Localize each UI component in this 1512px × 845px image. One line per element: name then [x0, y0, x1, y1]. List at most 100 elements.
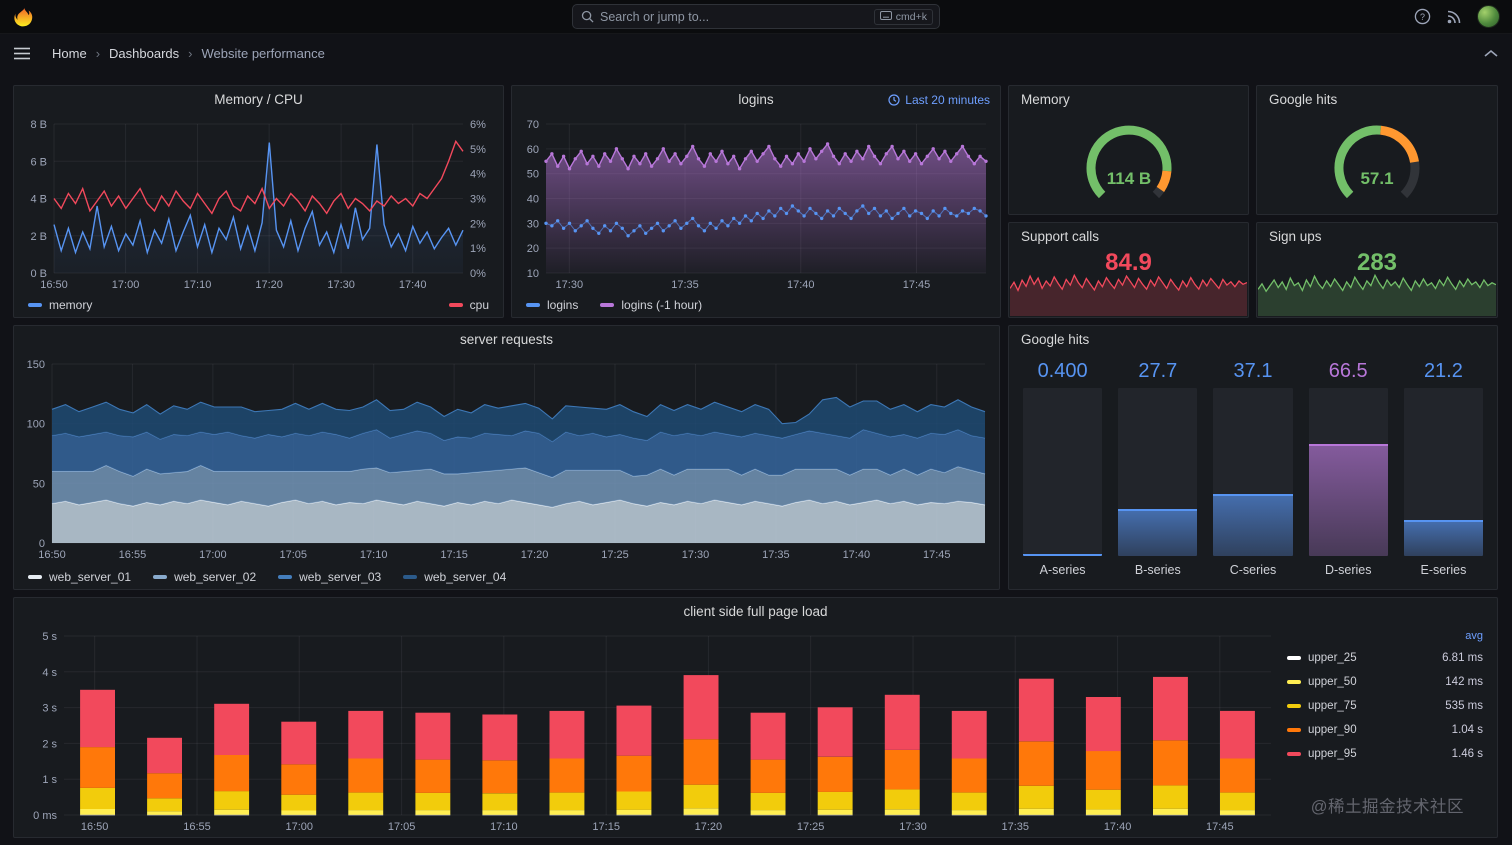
- breadcrumb-current: Website performance: [201, 45, 325, 61]
- time-range-badge[interactable]: Last 20 minutes: [888, 86, 990, 114]
- bar-gauge-fill: [1213, 493, 1293, 556]
- legend-item-logins (-1 hour)[interactable]: logins (-1 hour): [600, 298, 702, 312]
- help-icon[interactable]: ?: [1414, 8, 1431, 25]
- google-hits-bar-gauge: 0.400 A-series 27.7 B-series 37.1 C-series 66.…: [1009, 354, 1497, 589]
- legend-item-web_server_03[interactable]: web_server_03: [278, 570, 381, 584]
- legend-swatch: [448, 303, 463, 307]
- bar-gauge-D-series[interactable]: 66.5 D-series: [1308, 360, 1388, 579]
- grafana-flame-icon: [14, 6, 33, 26]
- svg-text:17:25: 17:25: [797, 821, 825, 833]
- panel-sign-ups: Sign ups 283: [1256, 222, 1498, 318]
- chart-svg: 0 ms 1 s 2 s 3 s 4 s 5 s 16:50 16:55 17:00 17:05 1…: [33, 631, 1271, 833]
- panel-title-google-hits-bars[interactable]: Google hits: [1009, 326, 1497, 354]
- chevron-up-icon[interactable]: [1484, 49, 1498, 58]
- legend-item-memory[interactable]: memory: [28, 298, 92, 312]
- svg-text:4 s: 4 s: [42, 667, 57, 679]
- legend-swatch: [1287, 752, 1301, 756]
- bar-gauge-A-series[interactable]: 0.400 A-series: [1023, 360, 1103, 579]
- panel-title-google-hits[interactable]: Google hits: [1257, 86, 1497, 114]
- legend-item-web_server_02[interactable]: web_server_02: [153, 570, 256, 584]
- legend-item-logins[interactable]: logins: [526, 298, 578, 312]
- svg-text:40: 40: [527, 194, 539, 206]
- panel-title-sign-ups[interactable]: Sign ups: [1257, 223, 1497, 251]
- menu-icon[interactable]: [14, 47, 30, 60]
- svg-text:1 s: 1 s: [42, 774, 57, 786]
- panel-title-memory[interactable]: Memory: [1009, 86, 1248, 114]
- grafana-logo[interactable]: [12, 5, 36, 29]
- page-load-chart[interactable]: 0 ms 1 s 2 s 3 s 4 s 5 s 16:50 16:55 17:00 17:05 1…: [18, 626, 1279, 837]
- svg-text:17:30: 17:30: [899, 821, 927, 833]
- chart-svg: 10 20 30 40 50 60 70 17:30 17:35 17:40 17:45: [527, 119, 988, 291]
- panel-title-page-load[interactable]: client side full page load: [14, 598, 1497, 626]
- legend-item-upper_75[interactable]: upper_75 535 ms: [1287, 694, 1483, 718]
- panel-title-support-calls[interactable]: Support calls: [1009, 223, 1248, 251]
- legend-item-cpu[interactable]: cpu: [448, 298, 489, 312]
- breadcrumb-bar: Home › Dashboards › Website performance: [0, 34, 1512, 72]
- svg-text:100: 100: [27, 419, 45, 431]
- server-requests-chart[interactable]: 0 50 100 150 16:50 16:55 17:00 17:05 17:10 17:15 1…: [18, 354, 995, 565]
- legend-swatch: [28, 303, 42, 307]
- svg-text:17:40: 17:40: [399, 279, 427, 291]
- svg-text:30: 30: [527, 218, 539, 230]
- user-avatar[interactable]: [1477, 5, 1500, 28]
- legend-item-web_server_01[interactable]: web_server_01: [28, 570, 131, 584]
- legend-item-upper_90[interactable]: upper_90 1.04 s: [1287, 718, 1483, 742]
- bar-gauge-label: E-series: [1420, 563, 1467, 577]
- panel-title-server-requests[interactable]: server requests: [14, 326, 999, 354]
- svg-text:0%: 0%: [470, 268, 486, 280]
- legend-item-web_server_04[interactable]: web_server_04: [403, 570, 506, 584]
- legend-label: web_server_03: [299, 570, 382, 584]
- legend-avg-value: 1.46 s: [1451, 748, 1483, 760]
- legend-header-avg[interactable]: avg: [1287, 626, 1483, 646]
- legend-item-upper_50[interactable]: upper_50 142 ms: [1287, 670, 1483, 694]
- legend-swatch: [278, 575, 293, 579]
- svg-text:17:45: 17:45: [903, 279, 931, 291]
- svg-text:17:40: 17:40: [787, 279, 815, 291]
- legend-label: cpu: [469, 298, 489, 312]
- bar-gauge-fill: [1023, 554, 1103, 556]
- svg-text:1%: 1%: [470, 243, 486, 255]
- bar-gauge-value: 0.400: [1037, 360, 1088, 382]
- bar-gauge-B-series[interactable]: 27.7 B-series: [1118, 360, 1198, 579]
- google-hits-gauge[interactable]: 57.1: [1257, 114, 1497, 214]
- svg-text:60: 60: [527, 144, 539, 156]
- legend-label: web_server_04: [424, 570, 507, 584]
- legend-avg-value: 535 ms: [1445, 700, 1483, 712]
- rss-icon[interactable]: [1446, 9, 1462, 25]
- breadcrumb-home[interactable]: Home: [52, 46, 87, 61]
- legend-label: upper_25: [1308, 652, 1357, 664]
- bar-gauge-value: 21.2: [1423, 360, 1463, 382]
- bar-gauge-E-series[interactable]: 21.2 E-series: [1403, 360, 1484, 579]
- search-bar[interactable]: cmd+k: [572, 4, 940, 29]
- legend-item-upper_25[interactable]: upper_25 6.81 ms: [1287, 646, 1483, 670]
- svg-text:17:15: 17:15: [592, 821, 620, 833]
- svg-text:17:05: 17:05: [388, 821, 416, 833]
- svg-text:17:45: 17:45: [923, 549, 951, 561]
- breadcrumb-dashboards[interactable]: Dashboards: [109, 46, 179, 61]
- svg-text:0 ms: 0 ms: [33, 810, 57, 822]
- legend-item-upper_95[interactable]: upper_95 1.46 s: [1287, 742, 1483, 766]
- svg-text:3 s: 3 s: [42, 703, 57, 715]
- svg-text:17:10: 17:10: [360, 549, 388, 561]
- panel-title-memory-cpu[interactable]: Memory / CPU: [14, 86, 503, 114]
- shortcut-badge: cmd+k: [873, 8, 933, 25]
- legend-swatch: [28, 575, 42, 579]
- svg-text:17:20: 17:20: [695, 821, 723, 833]
- search-input[interactable]: [600, 9, 874, 24]
- legend-swatch: [1287, 656, 1301, 660]
- breadcrumb-separator-icon: ›: [95, 45, 101, 61]
- legend-label: logins (-1 hour): [621, 298, 703, 312]
- legend-avg-value: 142 ms: [1445, 676, 1483, 688]
- support-calls-value: 84.9: [1105, 249, 1152, 276]
- panel-google-hits-gauge: Google hits 57.1: [1256, 85, 1498, 215]
- bar-gauge-C-series[interactable]: 37.1 C-series: [1213, 360, 1293, 579]
- bar-gauge-track: [1213, 388, 1293, 556]
- logins-chart[interactable]: 10 20 30 40 50 60 70 17:30 17:35 17:40 17:45: [516, 114, 996, 293]
- svg-text:16:55: 16:55: [119, 549, 147, 561]
- svg-text:8 B: 8 B: [30, 119, 47, 131]
- bar-gauge-fill: [1118, 509, 1198, 556]
- svg-text:3%: 3%: [470, 194, 486, 206]
- memory-cpu-legend: memory cpu: [14, 293, 503, 317]
- memory-cpu-chart[interactable]: 0 B2 B4 B6 B8 B 0% 1% 2% 3% 4% 5% 6% 16:50 17:00 1…: [18, 114, 499, 293]
- memory-gauge[interactable]: 114 B: [1009, 114, 1248, 214]
